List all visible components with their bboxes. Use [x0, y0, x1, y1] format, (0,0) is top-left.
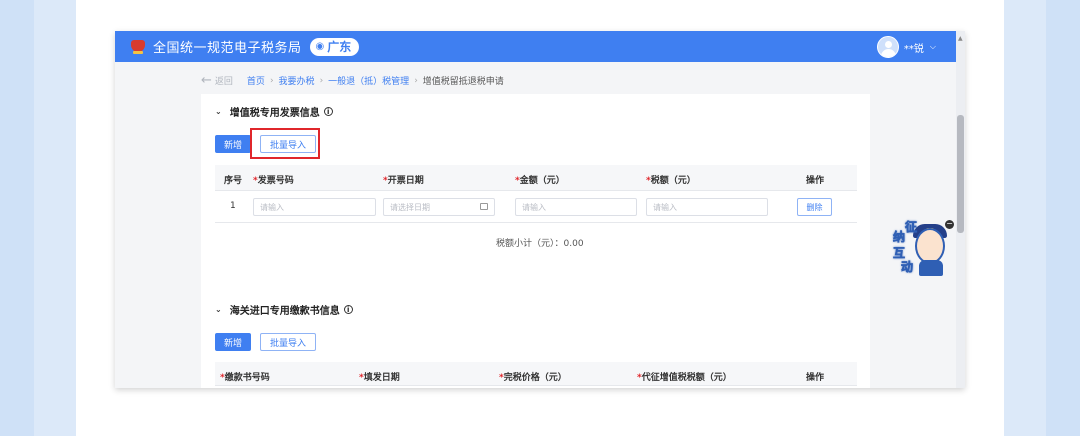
app-title: 全国统一规范电子税务局	[153, 41, 302, 56]
breadcrumb-current: 增值税留抵退税申请	[422, 77, 504, 87]
col-issue-date: *填发日期	[359, 373, 400, 383]
section-title-label: 增值税专用发票信息	[229, 108, 320, 119]
col-duty-paid-price: *完税价格（元）	[499, 373, 567, 383]
calendar-icon	[480, 203, 488, 210]
col-payment-number: *缴款书号码	[220, 373, 270, 383]
col-invoice-date: *开票日期	[383, 176, 424, 186]
background-band-left	[34, 0, 76, 436]
col-actions: 操作	[806, 373, 825, 383]
info-icon[interactable]: i	[343, 305, 353, 314]
scroll-up-icon[interactable]: ▲	[958, 35, 963, 42]
assistant-char: 征	[905, 220, 918, 235]
col-amount: *金额（元）	[515, 176, 565, 186]
assistant-char: 动	[901, 260, 914, 275]
tax-input[interactable]: 请输入	[646, 198, 768, 216]
minimize-icon[interactable]: −	[945, 220, 954, 229]
user-menu[interactable]: **锐 ⌵	[876, 36, 936, 58]
section-title-label: 海关进口专用缴款书信息	[229, 306, 340, 317]
col-actions: 操作	[806, 176, 825, 186]
table-row: 1 请输入 请选择日期 请输入 请输入 删除	[215, 191, 857, 223]
section-title-invoice[interactable]: ⌄ 增值税专用发票信息 i	[215, 104, 333, 119]
row-index: 1	[230, 201, 236, 211]
col-invoice-number: *发票号码	[253, 176, 294, 186]
customs-table-header: *缴款书号码 *填发日期 *完税价格（元） *代征增值税税额（元） 操作	[215, 362, 857, 386]
add-invoice-button[interactable]: 新增	[215, 135, 252, 153]
breadcrumb-separator: ›	[269, 75, 274, 86]
info-icon[interactable]: i	[323, 107, 333, 116]
collapse-caret-icon[interactable]: ⌄	[215, 107, 222, 116]
breadcrumb-item-home[interactable]: 首页	[247, 74, 265, 87]
back-link[interactable]: 返回	[215, 74, 233, 87]
tax-subtotal: 税额小计（元）：0.00	[496, 239, 584, 249]
location-pin-icon: ◉	[315, 41, 325, 52]
chevron-down-icon: ⌵	[929, 42, 936, 51]
invoice-date-picker[interactable]: 请选择日期	[383, 198, 495, 216]
interactive-assistant-widget[interactable]: − 征 纳 互 动	[893, 218, 954, 278]
breadcrumb: ← 返回 首页 › 我要办税 › 一般退（抵）税管理 › 增值税留抵退税申请	[201, 73, 504, 88]
background-band-right	[1004, 0, 1046, 436]
assistant-body	[919, 260, 943, 276]
invoice-number-input[interactable]: 请输入	[253, 198, 376, 216]
assistant-avatar	[915, 228, 945, 264]
delete-row-button[interactable]: 删除	[797, 198, 832, 216]
region-selector[interactable]: ◉ 广东	[309, 37, 360, 56]
add-customs-button[interactable]: 新增	[215, 333, 252, 351]
section-title-customs[interactable]: ⌄ 海关进口专用缴款书信息 i	[215, 302, 353, 317]
breadcrumb-item-tax[interactable]: 我要办税	[279, 74, 315, 87]
breadcrumb-separator: ›	[414, 75, 418, 86]
avatar	[876, 36, 899, 58]
region-label: 广东	[327, 40, 352, 54]
batch-import-customs-button[interactable]: 批量导入	[260, 333, 317, 351]
top-bar: 全国统一规范电子税务局 ◉ 广东 **锐 ⌵	[115, 31, 956, 62]
breadcrumb-separator: ›	[319, 75, 324, 86]
col-vat-collected: *代征增值税税额（元）	[637, 373, 732, 383]
back-arrow-icon[interactable]: ←	[201, 73, 212, 88]
invoice-table-header: 序号 *发票号码 *开票日期 *金额（元） *税额（元） 操作	[215, 165, 857, 191]
assistant-char: 纳	[893, 230, 906, 245]
tax-emblem-icon	[129, 38, 147, 56]
collapse-caret-icon[interactable]: ⌄	[215, 305, 222, 314]
date-placeholder: 请选择日期	[390, 202, 430, 212]
amount-input[interactable]: 请输入	[515, 198, 637, 216]
col-tax: *税额（元）	[646, 176, 696, 186]
vertical-scrollbar[interactable]: ▲	[956, 31, 965, 388]
highlight-annotation	[250, 128, 320, 159]
breadcrumb-item-refund-management[interactable]: 一般退（抵）税管理	[328, 74, 409, 87]
col-index: 序号	[224, 176, 243, 186]
scrollbar-thumb[interactable]	[957, 115, 964, 233]
user-name: **锐	[903, 43, 924, 55]
